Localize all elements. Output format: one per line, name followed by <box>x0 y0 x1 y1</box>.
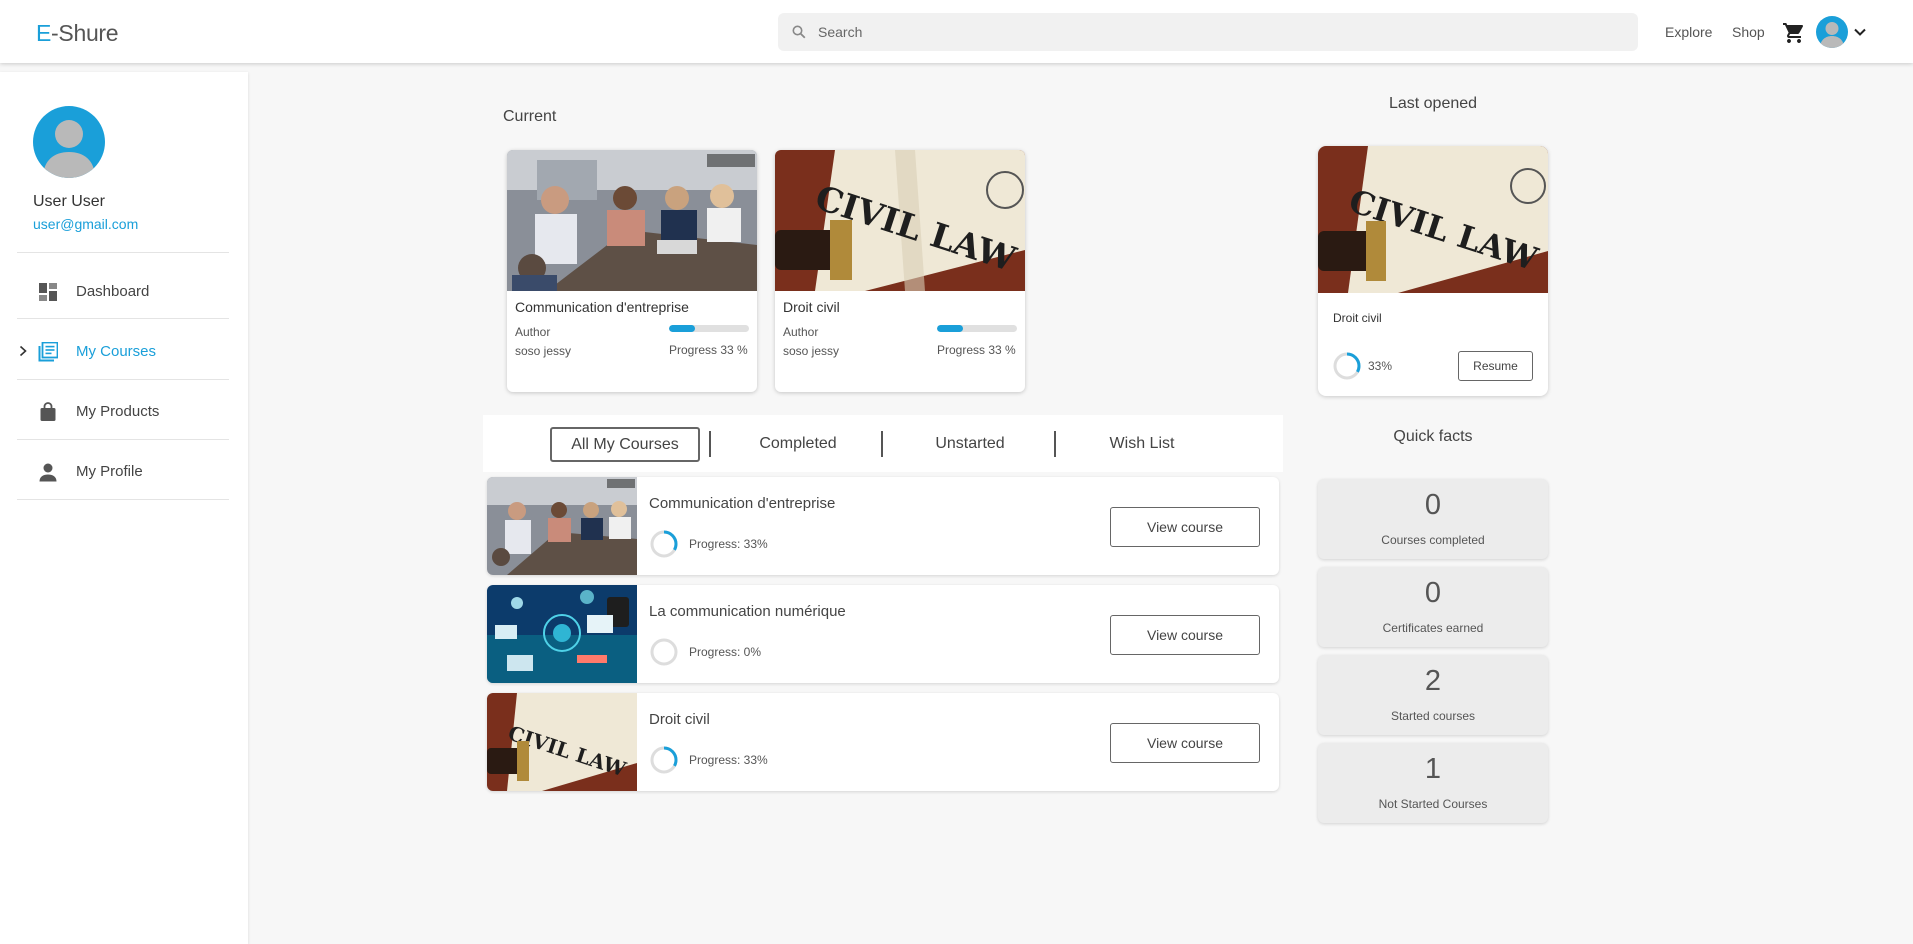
current-course-card[interactable]: Communication d'entreprise Author soso j… <box>507 150 757 392</box>
author-label: Author <box>515 325 551 339</box>
nav-explore-link[interactable]: Explore <box>1665 24 1712 40</box>
fact-label: Started courses <box>1390 709 1476 723</box>
sidebar-item-label: My Products <box>76 403 160 420</box>
tab-wish-list[interactable]: Wish List <box>1067 427 1217 462</box>
person-icon <box>39 463 57 482</box>
view-course-button[interactable]: View course <box>1110 615 1260 655</box>
avatar-icon <box>33 106 105 178</box>
quick-fact-card: 2 Started courses <box>1318 655 1548 735</box>
sidebar-item-label: Dashboard <box>76 283 150 300</box>
course-thumbnail-meeting <box>487 477 637 575</box>
divider <box>17 252 229 253</box>
fact-value: 2 <box>1424 665 1442 697</box>
profile-avatar <box>33 106 105 178</box>
progress-bar-fill <box>669 325 696 332</box>
sidebar-item-my-profile[interactable]: My Profile <box>17 447 229 495</box>
sidebar: User User user@gmail.com Dashboard My Co… <box>0 72 248 944</box>
library-books-icon <box>38 342 58 362</box>
author-name: soso jessy <box>783 344 840 358</box>
shopping-cart-icon[interactable] <box>1782 21 1806 45</box>
user-avatar-menu[interactable] <box>1816 16 1848 48</box>
fact-label: Certificates earned <box>1382 621 1484 635</box>
view-course-button[interactable]: View course <box>1110 723 1260 763</box>
fact-value: 0 <box>1424 577 1442 609</box>
fact-label: Not Started Courses <box>1378 797 1488 811</box>
tab-separator <box>881 431 883 457</box>
quick-fact-card: 1 Not Started Courses <box>1318 743 1548 823</box>
view-course-button[interactable]: View course <box>1110 507 1260 547</box>
progress-text: Progress 33 % <box>937 343 1016 357</box>
chevron-down-icon[interactable] <box>1852 24 1868 40</box>
dashboard-icon <box>39 283 57 301</box>
quick-fact-card: 0 Courses completed <box>1318 479 1548 559</box>
divider <box>17 379 229 380</box>
search-icon <box>792 25 806 39</box>
progress-ring <box>650 530 678 558</box>
course-thumbnail-civil-law: CIVIL LAW <box>775 150 1025 291</box>
progress-text: Progress: 33% <box>689 537 768 551</box>
progress-bar <box>937 325 1017 332</box>
fact-label: Courses completed <box>1381 533 1485 547</box>
tab-completed[interactable]: Completed <box>723 427 873 462</box>
divider <box>17 499 229 500</box>
progress-percent: 33% <box>1368 359 1393 373</box>
sidebar-item-label: My Profile <box>76 463 143 480</box>
nav-shop-link[interactable]: Shop <box>1732 24 1765 40</box>
tab-unstarted[interactable]: Unstarted <box>895 427 1045 462</box>
progress-ring <box>650 746 678 774</box>
course-thumbnail-meeting <box>507 150 757 291</box>
author-name: soso jessy <box>515 344 572 358</box>
tab-all-my-courses[interactable]: All My Courses <box>550 427 700 462</box>
course-list-item: CIVIL LAW Droit civil Progress: 33% View… <box>487 693 1279 791</box>
sidebar-item-label: My Courses <box>76 343 157 360</box>
current-course-card[interactable]: CIVIL LAW Droit civil Author soso jessy … <box>775 150 1025 392</box>
last-opened-title: Last opened <box>1388 95 1478 112</box>
course-thumbnail-civil-law: CIVIL LAW <box>1318 146 1548 293</box>
progress-bar-fill <box>937 325 964 332</box>
user-email: user@gmail.com <box>33 216 139 232</box>
progress-ring <box>1333 352 1361 380</box>
user-name: User User <box>33 193 106 210</box>
progress-bar <box>669 325 749 332</box>
quick-facts-title: Quick facts <box>1393 428 1473 445</box>
tab-separator <box>1054 431 1056 457</box>
course-filter-tabs: All My Courses Completed Unstarted Wish … <box>483 415 1283 472</box>
course-title: Communication d'entreprise <box>649 495 836 512</box>
course-thumbnail-civil-law: CIVIL LAW <box>487 693 637 791</box>
search-input[interactable] <box>818 13 1618 51</box>
avatar-icon <box>1816 16 1848 48</box>
shopping-bag-icon <box>40 402 56 421</box>
progress-ring <box>650 638 678 666</box>
course-title: La communication numérique <box>649 603 846 620</box>
course-thumbnail-digital-communication <box>487 585 637 683</box>
divider <box>17 318 229 319</box>
progress-text: Progress 33 % <box>669 343 748 357</box>
course-list-item: Communication d'entreprise Progress: 33%… <box>487 477 1279 575</box>
chevron-right-icon <box>19 345 27 357</box>
course-title: Communication d'entreprise <box>515 299 689 315</box>
app-logo[interactable]: E-Shure <box>36 20 119 47</box>
course-title: Droit civil <box>783 299 840 315</box>
quick-fact-card: 0 Certificates earned <box>1318 567 1548 647</box>
progress-text: Progress: 0% <box>689 645 762 659</box>
current-section-title: Current <box>503 108 557 125</box>
course-title: Droit civil <box>1333 311 1382 325</box>
fact-value: 1 <box>1424 753 1442 785</box>
tab-separator <box>709 431 711 457</box>
sidebar-item-dashboard[interactable]: Dashboard <box>17 267 229 315</box>
last-opened-card: CIVIL LAW Droit civil 33% Resume <box>1318 146 1548 396</box>
resume-button[interactable]: Resume <box>1458 351 1533 381</box>
divider <box>17 439 229 440</box>
sidebar-item-my-courses[interactable]: My Courses <box>17 327 229 375</box>
search-bar[interactable] <box>778 13 1638 51</box>
sidebar-item-my-products[interactable]: My Products <box>17 387 229 435</box>
top-header: E-Shure Explore Shop <box>0 0 1913 63</box>
course-title: Droit civil <box>649 711 710 728</box>
course-list-item: La communication numérique Progress: 0% … <box>487 585 1279 683</box>
author-label: Author <box>783 325 819 339</box>
progress-text: Progress: 33% <box>689 753 768 767</box>
fact-value: 0 <box>1424 489 1442 521</box>
